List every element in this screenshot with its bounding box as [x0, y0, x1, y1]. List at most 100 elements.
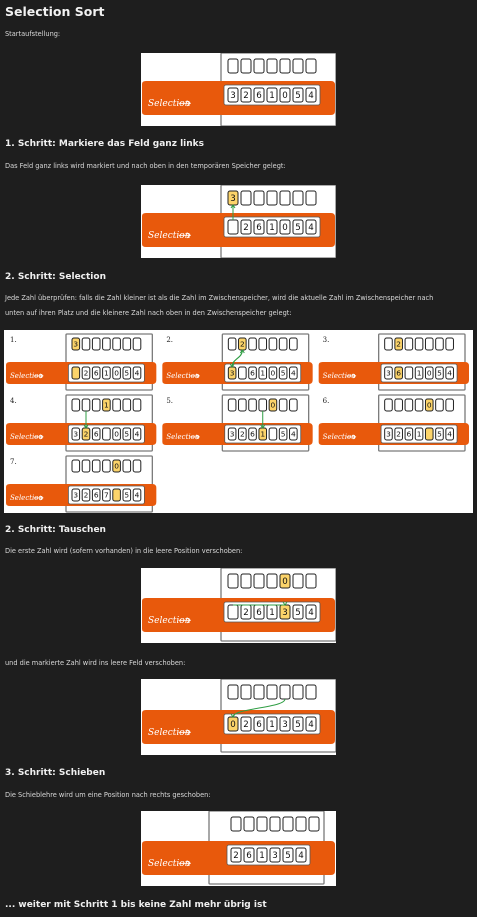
- panel-number: 4.: [10, 397, 17, 405]
- memory-cell: [122, 337, 132, 351]
- memory-cell: [253, 58, 265, 74]
- array-value: 3: [230, 369, 235, 378]
- array-value: 5: [285, 851, 291, 861]
- array-value: 6: [94, 369, 99, 378]
- array-value: 6: [406, 430, 411, 439]
- memory-cell: [240, 684, 252, 700]
- panel-number: 6.: [323, 397, 330, 405]
- memory-cell: [112, 337, 121, 351]
- memory-cell: [292, 684, 304, 700]
- figure-svg: Selection 0 261354: [142, 568, 336, 642]
- step4-heading: 3. Schritt: Schieben: [5, 768, 106, 778]
- memory-cell: [424, 337, 434, 351]
- array-value: 1: [417, 430, 422, 439]
- array-value: 0: [114, 369, 119, 378]
- memory-cell: [404, 398, 414, 412]
- array-value: 4: [135, 369, 140, 378]
- array-value: 3: [386, 430, 391, 439]
- figure-swap-2: Selection 0 2 6 1 3 5 4: [141, 679, 336, 755]
- step2-text-2: unten auf ihren Platz und die kleinere Z…: [5, 309, 292, 317]
- array-value: 6: [256, 223, 262, 233]
- figure-swap-1: Selection 0 2 6 1 3 5 4: [141, 568, 336, 643]
- memory-cell: [238, 398, 247, 412]
- figure-start: Selection 3 2 6 1 0 5 4: [141, 53, 336, 126]
- step1-heading: 1. Schritt: Markiere das Feld ganz links: [5, 139, 204, 149]
- memory-cell: [81, 459, 91, 473]
- page-title: Selection Sort: [5, 4, 105, 19]
- memory-cell: [71, 459, 81, 473]
- memory-cell: [71, 398, 81, 412]
- array-value: 6: [396, 369, 401, 378]
- array-value: 0: [230, 720, 236, 730]
- memory-value: 2: [240, 340, 245, 349]
- step3-heading: 2. Schritt: Tauschen: [5, 525, 106, 535]
- memory-cell: [81, 398, 91, 412]
- memory-cell: [248, 398, 257, 412]
- array-cell: [102, 427, 111, 441]
- array-value: 3: [230, 430, 235, 439]
- figure-svg: Selection 3261054: [142, 53, 336, 126]
- memory-cell: [268, 337, 278, 351]
- memory-cell: [243, 816, 255, 832]
- array-value: 5: [437, 430, 442, 439]
- memory-cell: [132, 337, 142, 351]
- array-value: 3: [73, 491, 78, 500]
- memory-cell: [394, 398, 403, 412]
- array-cell: [238, 366, 247, 380]
- array-value: 6: [246, 851, 252, 861]
- memory-cell: [91, 398, 101, 412]
- memory-cell: [266, 684, 278, 700]
- array-value: 2: [240, 430, 245, 439]
- memory-cell: [240, 58, 252, 74]
- array-value: 2: [84, 491, 89, 500]
- memory-cell: [305, 190, 317, 206]
- array-value: 3: [282, 720, 288, 730]
- array-value: 4: [135, 430, 140, 439]
- step4-text: Die Schieblehre wird um eine Position na…: [5, 791, 211, 799]
- array-value: 5: [295, 223, 301, 233]
- memory-cell: [227, 337, 237, 351]
- array-value: 1: [104, 369, 109, 378]
- grid-panel: 1.Selection32 6 1 0 5 4: [6, 333, 157, 391]
- array-cell: [424, 427, 434, 441]
- step2-text-1: Jede Zahl überprüfen: falls die Zahl kle…: [5, 294, 434, 302]
- array-value: 5: [124, 430, 129, 439]
- array-value: 3: [73, 430, 78, 439]
- selection-label: Selection: [148, 231, 191, 241]
- array-value: 6: [250, 369, 255, 378]
- array-value: 5: [124, 491, 129, 500]
- array-value: 6: [256, 91, 262, 101]
- array-value: 6: [256, 720, 262, 730]
- step1-text: Das Feld ganz links wird markiert und na…: [5, 162, 286, 170]
- array-value: 6: [256, 608, 262, 618]
- memory-cell: [308, 816, 320, 832]
- memory-cell: [122, 459, 132, 473]
- memory-cell: [256, 816, 268, 832]
- step2-heading: 2. Schritt: Selection: [5, 272, 106, 282]
- array-value: 1: [260, 430, 265, 439]
- step3-text-1: Die erste Zahl wird (sofern vorhanden) i…: [5, 547, 243, 555]
- array-value: 4: [308, 223, 314, 233]
- array-value: 4: [447, 430, 452, 439]
- selection-label: Selection: [148, 859, 191, 869]
- memory-cell: [279, 58, 291, 74]
- memory-cell: [253, 190, 265, 206]
- memory-cell: [278, 398, 288, 412]
- array-value: 4: [447, 369, 452, 378]
- array-value: 5: [124, 369, 129, 378]
- memory-cell: [282, 816, 294, 832]
- memory-value: 1: [104, 401, 109, 410]
- figure-shift: Selection 2 6 1 3 5 4: [141, 811, 336, 886]
- array-value: 5: [295, 720, 301, 730]
- memory-cell: [266, 58, 278, 74]
- array-value: 2: [84, 430, 89, 439]
- array-value: 1: [269, 720, 275, 730]
- array-value: 2: [243, 223, 249, 233]
- array-value: 3: [230, 91, 236, 101]
- array-cell: [227, 604, 239, 620]
- memory-cell: [292, 573, 304, 589]
- memory-cell: [266, 573, 278, 589]
- array-cell: [71, 366, 81, 380]
- memory-cell: [132, 459, 142, 473]
- figure-svg: Selection 2 6 1 3 5 4: [142, 811, 335, 885]
